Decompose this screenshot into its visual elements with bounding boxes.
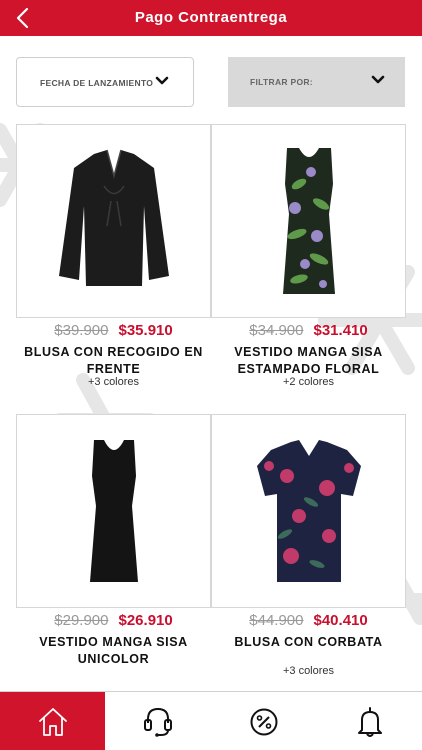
sale-price: $26.910 [118,612,173,629]
tab-notifications[interactable] [317,692,422,750]
product-card[interactable]: $29.900 $26.910 VESTIDO MANGA SISA UNICOL… [16,414,211,674]
chevron-down-icon [371,75,385,84]
price-row: $29.900 $26.910 [16,612,211,629]
black-dress-image [89,440,138,582]
tab-offers[interactable] [211,692,316,750]
bell-icon [357,706,382,737]
sale-price: $35.910 [118,322,173,339]
page-title: Pago Contraentrega [134,9,288,26]
filter-dropdown[interactable]: FILTRAR POR: [228,57,405,107]
product-card[interactable]: $34.900 $31.410 VESTIDO MANGA SISA ESTAMP… [211,124,406,394]
discount-icon [250,708,277,735]
product-image[interactable] [211,414,406,608]
sale-price: $40.410 [313,612,368,629]
bottom-tab-bar [0,691,422,750]
tab-support[interactable] [105,692,210,750]
product-name[interactable]: VESTIDO MANGA SISA ESTAMPADO FLORAL [211,344,406,378]
price-row: $39.900 $35.910 [16,322,211,339]
old-price: $34.900 [249,322,304,339]
color-count: +3 colores [282,665,335,677]
floral-dress-image [282,147,335,294]
product-image[interactable] [16,124,211,318]
product-card[interactable]: $44.900 $40.410 BLUSA CON CORBATA +3 colo… [211,414,406,684]
price-row: $44.900 $40.410 [211,612,406,629]
old-price: $29.900 [54,612,109,629]
sort-label: FECHA DE LANZAMIENTO [40,78,154,88]
product-name[interactable]: BLUSA CON CORBATA [211,634,406,651]
color-count: +3 colores [87,376,140,388]
old-price: $39.900 [54,322,109,339]
product-name[interactable]: BLUSA CON RECOGIDO EN FRENTE [16,344,211,378]
app-header: Pago Contraentrega [0,0,422,36]
floral-blouse-image [256,440,361,582]
chevron-down-icon [155,76,169,85]
black-blouse-image [58,149,169,286]
price-row: $34.900 $31.410 [211,322,406,339]
product-image[interactable] [211,124,406,318]
tab-home[interactable] [0,692,105,750]
filter-label: FILTRAR POR: [250,77,313,87]
product-image[interactable] [16,414,211,608]
color-count: +2 colores [282,376,335,388]
sort-dropdown[interactable]: FECHA DE LANZAMIENTO [16,57,194,107]
product-card[interactable]: $39.900 $35.910 BLUSA CON RECOGIDO EN FRE… [16,124,211,394]
home-icon [38,707,67,736]
product-name[interactable]: VESTIDO MANGA SISA UNICOLOR [16,634,211,668]
sale-price: $31.410 [313,322,368,339]
headset-icon [143,707,172,737]
filter-row: FECHA DE LANZAMIENTO FILTRAR POR: [16,57,406,107]
old-price: $44.900 [249,612,304,629]
